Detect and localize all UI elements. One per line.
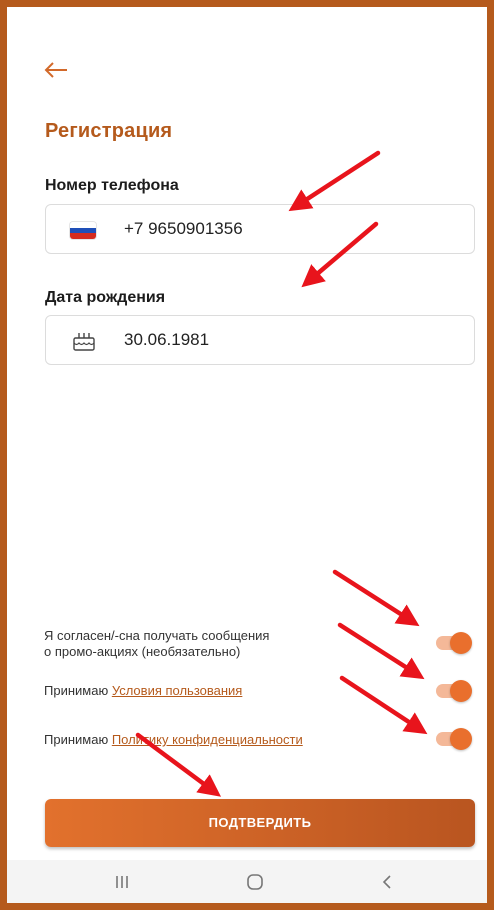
back-chevron-icon[interactable] bbox=[372, 870, 402, 894]
home-icon[interactable] bbox=[240, 870, 270, 894]
phone-label: Номер телефона bbox=[45, 177, 179, 194]
recent-apps-icon[interactable] bbox=[107, 870, 137, 894]
cake-calendar-icon bbox=[73, 333, 95, 351]
system-navbar bbox=[7, 860, 487, 903]
birthdate-field[interactable]: 30.06.1981 bbox=[45, 315, 475, 365]
birthdate-value: 30.06.1981 bbox=[124, 330, 210, 349]
confirm-button[interactable]: ПОДТВЕРДИТЬ bbox=[45, 799, 475, 847]
phone-field[interactable]: +7 9650901356 bbox=[45, 204, 475, 254]
birthdate-label: Дата рождения bbox=[45, 289, 166, 306]
terms-consent-toggle[interactable] bbox=[434, 680, 474, 702]
app-frame: Регистрация Номер телефона +7 9650901356… bbox=[0, 0, 494, 910]
privacy-policy-link[interactable]: Политику конфиденциальности bbox=[112, 732, 303, 747]
promo-consent-toggle[interactable] bbox=[434, 632, 474, 654]
page-title: Регистрация bbox=[45, 120, 173, 142]
terms-consent-text: Принимаю Условия пользования bbox=[44, 683, 242, 699]
privacy-consent-toggle[interactable] bbox=[434, 728, 474, 750]
privacy-consent-text: Принимаю Политику конфиденциальности bbox=[44, 732, 303, 748]
phone-value: +7 9650901356 bbox=[124, 219, 243, 238]
promo-consent-line1: Я согласен/-сна получать сообщения bbox=[44, 628, 270, 643]
promo-consent-line2: о промо-акциях (необязательно) bbox=[44, 644, 241, 659]
promo-consent-text: Я согласен/-сна получать сообщения о про… bbox=[44, 628, 269, 660]
russia-flag-icon bbox=[70, 222, 96, 239]
terms-of-use-link[interactable]: Условия пользования bbox=[112, 683, 243, 698]
terms-prefix: Принимаю bbox=[44, 683, 112, 698]
back-arrow-icon[interactable] bbox=[43, 59, 69, 81]
privacy-prefix: Принимаю bbox=[44, 732, 112, 747]
